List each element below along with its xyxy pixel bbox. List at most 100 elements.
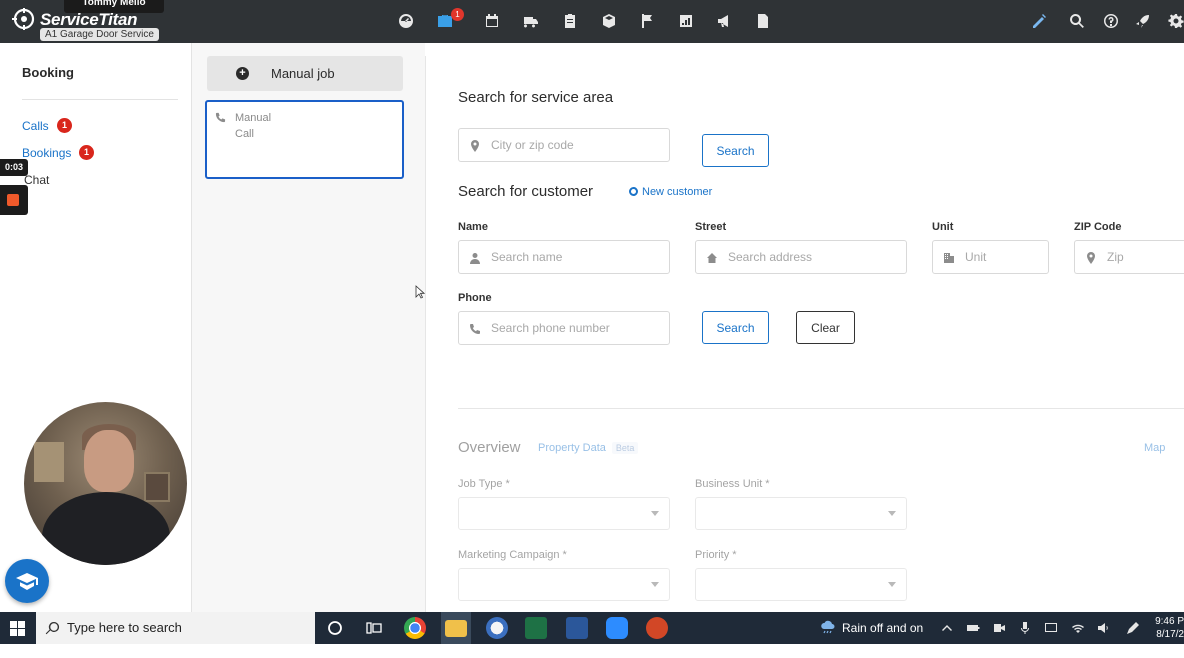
sidebar-title: Booking	[22, 65, 74, 80]
unit-field-wrapper[interactable]	[932, 240, 1049, 274]
show-hidden-icons-chevron-icon[interactable]	[940, 621, 954, 635]
priority-select[interactable]	[695, 568, 907, 601]
clock-date: 8/17/2	[1156, 629, 1184, 640]
nav-notification-badge: 1	[451, 8, 464, 21]
unit-input[interactable]	[965, 249, 1040, 265]
volume-icon[interactable]	[1097, 621, 1111, 635]
zip-location-pin-icon	[1085, 251, 1097, 264]
windows-taskbar: Type here to search Rain off and on 9:46…	[0, 612, 1184, 644]
windows-start-button[interactable]	[0, 612, 34, 644]
meet-now-icon[interactable]	[992, 621, 1006, 635]
company-selector[interactable]: A1 Garage Door Service	[40, 28, 159, 41]
taskbar-clock[interactable]: 9:46 P 8/17/2	[1150, 615, 1184, 641]
manual-call-card[interactable]: Manual Call	[205, 100, 404, 179]
job-type-select[interactable]	[458, 497, 670, 530]
service-area-title: Search for service area	[458, 89, 614, 106]
property-data-link[interactable]: Property Data Beta	[538, 442, 639, 454]
zip-field-wrapper[interactable]	[1074, 240, 1184, 274]
phone-input[interactable]	[491, 320, 661, 336]
marketing-campaign-label: Marketing Campaign *	[458, 549, 567, 561]
call-card-line-1: Manual	[235, 112, 272, 124]
chevron-down-icon	[651, 582, 659, 587]
business-unit-select[interactable]	[695, 497, 907, 530]
sidebar-item-calls[interactable]: Calls	[22, 119, 49, 133]
dashboard-icon[interactable]	[397, 12, 415, 30]
map-link[interactable]: Map	[1144, 442, 1165, 454]
webcam-background-frame	[34, 442, 64, 482]
zoom-icon[interactable]	[606, 617, 628, 639]
taskbar-search-placeholder: Type here to search	[67, 620, 182, 635]
task-view-icon[interactable]	[362, 616, 386, 640]
help-icon[interactable]	[1102, 12, 1120, 30]
tools-icon[interactable]	[1030, 12, 1048, 30]
webcam-person-face	[84, 430, 134, 492]
brand-name: ServiceTitan	[40, 10, 138, 29]
person-icon	[469, 251, 481, 264]
windows-logo-icon	[9, 620, 25, 636]
snipping-tool-icon[interactable]	[486, 617, 508, 639]
marketing-megaphone-icon[interactable]	[715, 12, 733, 30]
name-field-wrapper[interactable]	[458, 240, 670, 274]
pen-icon[interactable]	[1126, 621, 1140, 635]
clear-button[interactable]: Clear	[796, 311, 855, 344]
zip-input[interactable]	[1107, 249, 1176, 265]
chrome-icon[interactable]	[404, 617, 426, 639]
wifi-icon[interactable]	[1071, 621, 1085, 635]
dispatch-truck-icon[interactable]	[522, 12, 540, 30]
top-nav-bar: Tommy Mello ServiceTitan A1 Garage Door …	[0, 0, 1184, 43]
webcam-overlay	[24, 402, 187, 565]
phone-icon	[215, 112, 226, 123]
taskbar-search-box[interactable]: Type here to search	[36, 612, 315, 644]
clipboard-icon[interactable]	[561, 12, 579, 30]
new-customer-link[interactable]: New customer	[629, 186, 712, 198]
learning-center-button[interactable]	[5, 559, 49, 603]
service-area-search-button[interactable]: Search	[702, 134, 769, 167]
service-area-input[interactable]	[458, 128, 670, 162]
weather-widget[interactable]: Rain off and on	[820, 620, 923, 635]
city-zip-field[interactable]	[491, 137, 661, 153]
mouse-cursor-icon	[415, 285, 425, 299]
sidebar-item-bookings[interactable]: Bookings	[22, 146, 71, 160]
marketing-campaign-select[interactable]	[458, 568, 670, 601]
battery-icon[interactable]	[966, 621, 980, 635]
sidebar-item-chat[interactable]: Chat	[24, 173, 49, 187]
business-unit-label: Business Unit *	[695, 478, 770, 490]
phone-field-wrapper[interactable]	[458, 311, 670, 345]
search-glass-icon	[45, 621, 60, 635]
call-card-line-2: Call	[235, 128, 254, 140]
section-divider	[458, 408, 1184, 409]
word-icon[interactable]	[566, 617, 588, 639]
servicetitan-logo-icon	[12, 8, 35, 30]
street-input[interactable]	[728, 249, 898, 265]
file-explorer-icon[interactable]	[445, 620, 467, 637]
customer-search-button[interactable]: Search	[702, 311, 769, 344]
street-field-wrapper[interactable]	[695, 240, 907, 274]
document-icon[interactable]	[754, 12, 772, 30]
name-input[interactable]	[491, 249, 661, 265]
microphone-icon[interactable]	[1018, 621, 1032, 635]
calendar-icon[interactable]	[483, 12, 501, 30]
settings-gear-icon[interactable]	[1167, 12, 1184, 30]
flag-icon[interactable]	[638, 12, 656, 30]
manual-job-button[interactable]: + Manual job	[207, 56, 403, 91]
excel-icon[interactable]	[525, 617, 547, 639]
powerpoint-icon[interactable]	[646, 617, 668, 639]
plus-circle-icon: +	[236, 67, 249, 80]
screen-capture-icon[interactable]	[1044, 621, 1058, 635]
chevron-down-icon	[888, 511, 896, 516]
search-icon[interactable]	[1068, 12, 1086, 30]
rocket-icon[interactable]	[1134, 12, 1152, 30]
unit-label: Unit	[932, 221, 954, 233]
inventory-box-icon[interactable]	[600, 12, 618, 30]
phone-field-icon	[469, 322, 481, 334]
stop-recording-button[interactable]	[0, 185, 28, 215]
add-circle-icon	[629, 187, 638, 196]
location-pin-icon	[469, 139, 481, 152]
overview-title: Overview	[458, 439, 521, 456]
job-type-label: Job Type *	[458, 478, 510, 490]
building-icon	[943, 251, 955, 263]
recording-timer: 0:03	[0, 159, 28, 176]
cortana-icon[interactable]	[323, 616, 347, 640]
chevron-down-icon	[651, 511, 659, 516]
reports-icon[interactable]	[677, 12, 695, 30]
